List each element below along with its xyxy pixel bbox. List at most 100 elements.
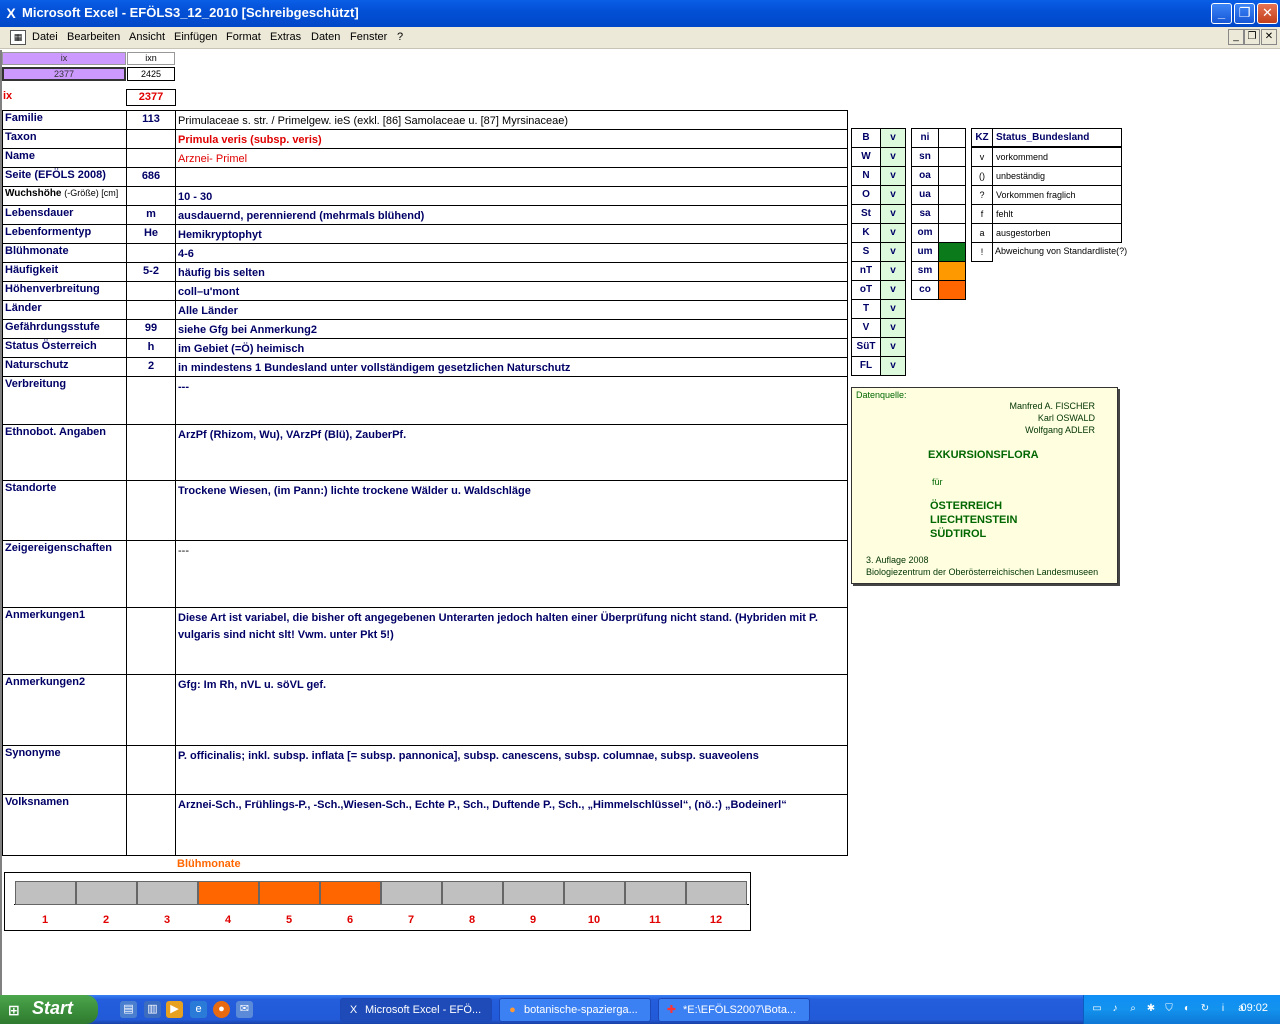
row-laender[interactable]: Länder Alle Länder bbox=[3, 301, 848, 320]
bundesland-status[interactable]: v bbox=[880, 128, 906, 148]
mdi-restore-button[interactable]: ❐ bbox=[1244, 29, 1260, 45]
legend-code[interactable]: () bbox=[971, 166, 993, 186]
tool-icon[interactable]: ✱ bbox=[1144, 1002, 1158, 1016]
network-icon[interactable]: ▭ bbox=[1090, 1002, 1104, 1016]
legend-code[interactable]: v bbox=[971, 147, 993, 167]
bundesland-status[interactable]: v bbox=[880, 242, 906, 262]
bundesland-code[interactable]: O bbox=[851, 185, 881, 205]
ix-label-cell[interactable]: ix bbox=[3, 90, 123, 106]
region-code[interactable]: co bbox=[911, 280, 939, 300]
region-swatch[interactable] bbox=[938, 223, 966, 243]
info-icon[interactable]: i bbox=[1216, 1002, 1230, 1016]
bundesland-status[interactable]: v bbox=[880, 204, 906, 224]
legend-label[interactable]: Abweichung von Standardliste(?) bbox=[992, 242, 1127, 262]
row-bluehmonate[interactable]: Blühmonate 4-6 bbox=[3, 244, 848, 263]
workbook-icon[interactable]: ▦ bbox=[10, 30, 26, 45]
row-anmerkungen2[interactable]: Anmerkungen2 Gfg: Im Rh, nVL u. söVL gef… bbox=[3, 675, 848, 746]
bundesland-code[interactable]: oT bbox=[851, 280, 881, 300]
bundesland-code[interactable]: B bbox=[851, 128, 881, 148]
menu-bearbeiten[interactable]: Bearbeiten bbox=[67, 31, 120, 43]
task-editor[interactable]: ✚ *E:\EFÖLS2007\Bota... bbox=[658, 998, 810, 1022]
row-volksnamen[interactable]: Volksnamen Arznei-Sch., Frühlings-P., -S… bbox=[3, 795, 848, 856]
mdi-close-button[interactable]: ✕ bbox=[1261, 29, 1277, 45]
bundesland-status[interactable]: v bbox=[880, 166, 906, 186]
mdi-minimize-button[interactable]: _ bbox=[1228, 29, 1244, 45]
bundesland-status[interactable]: v bbox=[880, 356, 906, 376]
excel-app-icon[interactable]: X bbox=[3, 5, 19, 21]
row-naturschutz[interactable]: Naturschutz 2 in mindestens 1 Bundesland… bbox=[3, 358, 848, 377]
legend-code[interactable]: ! bbox=[971, 242, 993, 262]
legend-code[interactable]: a bbox=[971, 223, 993, 243]
bundesland-status[interactable]: v bbox=[880, 299, 906, 319]
menu-datei[interactable]: Datei bbox=[32, 31, 58, 43]
ix-label-value-cell[interactable]: 2377 bbox=[126, 89, 176, 106]
region-swatch[interactable] bbox=[938, 204, 966, 224]
row-hoehenverbreitung[interactable]: Höhenverbreitung coll–u'mont bbox=[3, 282, 848, 301]
menu-help[interactable]: ? bbox=[397, 31, 403, 43]
bundesland-code[interactable]: T bbox=[851, 299, 881, 319]
region-code[interactable]: sa bbox=[911, 204, 939, 224]
close-button[interactable]: ✕ bbox=[1257, 3, 1278, 24]
bundesland-code[interactable]: S bbox=[851, 242, 881, 262]
row-gefaehrdungsstufe[interactable]: Gefährdungsstufe 99 siehe Gfg bei Anmerk… bbox=[3, 320, 848, 339]
task-excel[interactable]: X Microsoft Excel - EFÖ... bbox=[340, 998, 492, 1022]
row-anmerkungen1[interactable]: Anmerkungen1 Diese Art ist variabel, die… bbox=[3, 608, 848, 675]
row-seite[interactable]: Seite (EFÖLS 2008) 686 bbox=[3, 168, 848, 187]
menu-einfuegen[interactable]: Einfügen bbox=[174, 31, 217, 43]
row-lebensdauer[interactable]: Lebensdauer m ausdauernd, perennierend (… bbox=[3, 206, 848, 225]
bundesland-status[interactable]: v bbox=[880, 337, 906, 357]
legend-code[interactable]: f bbox=[971, 204, 993, 224]
region-swatch[interactable] bbox=[938, 185, 966, 205]
restore-button[interactable]: ❐ bbox=[1234, 3, 1255, 24]
shield-icon[interactable]: ⛉ bbox=[1162, 1002, 1176, 1016]
legend-label[interactable]: unbeständig bbox=[992, 166, 1122, 186]
row-standorte[interactable]: Standorte Trockene Wiesen, (im Pann:) li… bbox=[3, 481, 848, 541]
update-icon[interactable]: ↻ bbox=[1198, 1002, 1212, 1016]
row-synonyme[interactable]: Synonyme P. officinalis; inkl. subsp. in… bbox=[3, 746, 848, 795]
row-status-oesterreich[interactable]: Status Österreich h im Gebiet (=Ö) heimi… bbox=[3, 339, 848, 358]
task-firefox[interactable]: ● botanische-spazierga... bbox=[499, 998, 651, 1022]
region-code[interactable]: sm bbox=[911, 261, 939, 281]
outlook-icon[interactable]: ✉ bbox=[236, 1001, 253, 1018]
row-lebensformentyp[interactable]: Lebenformentyp He Hemikryptophyt bbox=[3, 225, 848, 244]
region-code[interactable]: om bbox=[911, 223, 939, 243]
menu-daten[interactable]: Daten bbox=[311, 31, 340, 43]
region-swatch[interactable] bbox=[938, 280, 966, 300]
bundesland-code[interactable]: SüT bbox=[851, 337, 881, 357]
legend-label[interactable]: vorkommend bbox=[992, 147, 1122, 167]
row-taxon[interactable]: Taxon Primula veris (subsp. veris) bbox=[3, 130, 848, 149]
ixn-header-cell[interactable]: ixn bbox=[127, 52, 175, 65]
menu-format[interactable]: Format bbox=[226, 31, 261, 43]
row-wuchshoehe[interactable]: Wuchshöhe (-Größe) [cm] 10 - 30 bbox=[3, 187, 848, 206]
region-swatch[interactable] bbox=[938, 242, 966, 262]
bundesland-code[interactable]: N bbox=[851, 166, 881, 186]
bundesland-status[interactable]: v bbox=[880, 318, 906, 338]
explorer-icon[interactable]: ▥ bbox=[144, 1001, 161, 1018]
bundesland-code[interactable]: W bbox=[851, 147, 881, 167]
bundesland-code[interactable]: V bbox=[851, 318, 881, 338]
menu-fenster[interactable]: Fenster bbox=[350, 31, 387, 43]
region-code[interactable]: um bbox=[911, 242, 939, 262]
row-name[interactable]: Name Arznei- Primel bbox=[3, 149, 848, 168]
region-code[interactable]: sn bbox=[911, 147, 939, 167]
search-icon[interactable]: ⌕ bbox=[1126, 1002, 1140, 1016]
ixn-value-cell[interactable]: 2425 bbox=[127, 67, 175, 81]
region-swatch[interactable] bbox=[938, 147, 966, 167]
row-haeufigkeit[interactable]: Häufigkeit 5-2 häufig bis selten bbox=[3, 263, 848, 282]
ix-header-cell[interactable]: ix bbox=[2, 52, 126, 65]
region-code[interactable]: oa bbox=[911, 166, 939, 186]
legend-header-label[interactable]: Status_Bundesland bbox=[992, 128, 1122, 147]
ix-value-cell[interactable]: 2377 bbox=[2, 67, 126, 81]
connection-icon[interactable]: ◐ bbox=[1180, 1002, 1194, 1016]
minimize-button[interactable]: _ bbox=[1211, 3, 1232, 24]
bundesland-status[interactable]: v bbox=[880, 280, 906, 300]
bundesland-code[interactable]: K bbox=[851, 223, 881, 243]
row-zeigereigenschaften[interactable]: Zeigereigenschaften --- bbox=[3, 541, 848, 608]
bundesland-code[interactable]: nT bbox=[851, 261, 881, 281]
start-button[interactable]: ⊞ Start bbox=[0, 995, 98, 1024]
menu-ansicht[interactable]: Ansicht bbox=[129, 31, 165, 43]
region-swatch[interactable] bbox=[938, 166, 966, 186]
show-desktop-icon[interactable]: ▤ bbox=[120, 1001, 137, 1018]
region-code[interactable]: ni bbox=[911, 128, 939, 148]
bundesland-status[interactable]: v bbox=[880, 261, 906, 281]
